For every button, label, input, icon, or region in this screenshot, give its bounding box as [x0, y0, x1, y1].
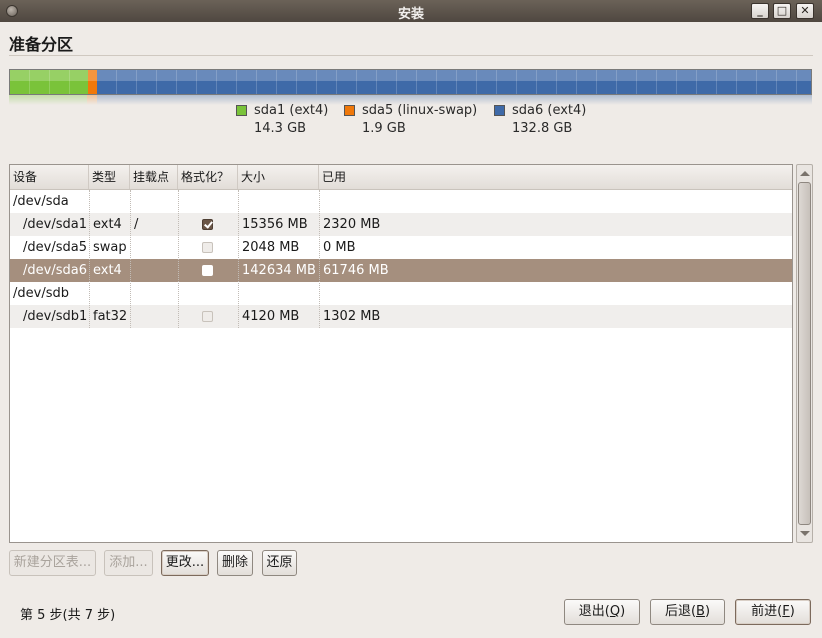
- cell-device: /dev/sdb1: [23, 309, 88, 324]
- cell-used: 0 MB: [323, 240, 356, 255]
- cell-mount: /: [134, 217, 139, 232]
- table-row[interactable]: /dev/sda6 ext4 142634 MB 61746 MB: [10, 259, 792, 282]
- back-label-end: ): [704, 604, 711, 619]
- cell-used: 61746 MB: [323, 263, 389, 278]
- format-checkbox[interactable]: [202, 311, 213, 322]
- column-divider: [319, 190, 320, 328]
- column-divider: [178, 190, 179, 328]
- legend-size: 14.3 GB: [254, 121, 307, 136]
- format-checkbox[interactable]: [202, 219, 213, 230]
- cell-size: 2048 MB: [242, 240, 300, 255]
- table-row[interactable]: /dev/sda5 swap 2048 MB 0 MB: [10, 236, 792, 259]
- cell-type: fat32: [93, 309, 128, 324]
- format-checkbox[interactable]: [202, 265, 213, 276]
- cell-size: 142634 MB: [242, 263, 316, 278]
- partition-reflection-0: [9, 95, 87, 105]
- installer-window: 安装 _ □ ✕ 准备分区 sda1 (ext4) 14.3 GB sda5 (…: [0, 0, 822, 638]
- header-divider: [9, 55, 813, 56]
- column-header-format[interactable]: 格式化？: [178, 165, 238, 189]
- legend-size: 132.8 GB: [512, 121, 573, 136]
- legend-swatch: [494, 105, 505, 116]
- column-divider: [130, 190, 131, 328]
- column-header-size[interactable]: 大小: [238, 165, 319, 189]
- minimize-button[interactable]: _: [751, 3, 769, 19]
- table-scrollbar[interactable]: [796, 164, 813, 543]
- forward-button[interactable]: 前进(F): [735, 599, 811, 625]
- cell-used: 1302 MB: [323, 309, 381, 324]
- revert-button[interactable]: 还原: [262, 550, 297, 576]
- legend-name: sda1 (ext4): [254, 103, 329, 118]
- table-row[interactable]: /dev/sdb: [10, 282, 792, 305]
- title-bar[interactable]: 安装 _ □ ✕: [0, 0, 822, 22]
- legend-size: 1.9 GB: [362, 121, 406, 136]
- cell-device: /dev/sda5: [23, 240, 87, 255]
- legend-swatch: [344, 105, 355, 116]
- format-checkbox[interactable]: [202, 242, 213, 253]
- back-button[interactable]: 后退(B): [650, 599, 725, 625]
- cell-size: 15356 MB: [242, 217, 308, 232]
- cell-size: 4120 MB: [242, 309, 300, 324]
- back-mnemonic: B: [696, 604, 705, 619]
- forward-label-end: ): [789, 604, 795, 619]
- legend-name: sda6 (ext4): [512, 103, 587, 118]
- scroll-thumb[interactable]: [798, 182, 811, 525]
- scroll-up-icon[interactable]: [800, 171, 810, 176]
- cell-type: ext4: [93, 217, 122, 232]
- cell-device: /dev/sdb: [13, 286, 69, 301]
- close-button[interactable]: ✕: [796, 3, 814, 19]
- legend-name: sda5 (linux-swap): [362, 103, 478, 118]
- new-partition-table-button[interactable]: 新建分区表...: [9, 550, 96, 576]
- cell-device: /dev/sda: [13, 194, 69, 209]
- cell-used: 2320 MB: [323, 217, 381, 232]
- column-divider: [238, 190, 239, 328]
- cell-type: swap: [93, 240, 127, 255]
- quit-mnemonic: Q: [609, 604, 621, 619]
- step-indicator: 第 5 步(共 7 步): [20, 608, 116, 623]
- partition-segment-2: [97, 70, 811, 94]
- forward-label: 前进(: [751, 604, 783, 619]
- column-header-type[interactable]: 类型: [89, 165, 130, 189]
- maximize-button[interactable]: □: [773, 3, 791, 19]
- back-label: 后退(: [664, 604, 697, 619]
- change-partition-button[interactable]: 更改...: [161, 550, 209, 576]
- cell-device: /dev/sda6: [23, 263, 87, 278]
- column-header-used[interactable]: 已用: [319, 165, 792, 189]
- table-row[interactable]: /dev/sda: [10, 190, 792, 213]
- column-header-device[interactable]: 设备: [10, 165, 89, 189]
- page-title: 准备分区: [9, 35, 74, 54]
- table-row[interactable]: /dev/sda1 ext4 / 15356 MB 2320 MB: [10, 213, 792, 236]
- partition-segment-1: [87, 70, 98, 94]
- quit-button[interactable]: 退出(Q): [564, 599, 640, 625]
- partition-reflection-1: [86, 95, 97, 105]
- cell-type: ext4: [93, 263, 122, 278]
- scroll-down-icon[interactable]: [800, 531, 810, 536]
- table-header: 设备 类型 挂载点 格式化？ 大小 已用: [10, 165, 792, 190]
- delete-partition-button[interactable]: 删除: [217, 550, 253, 576]
- partition-segment-0: [10, 70, 88, 94]
- column-divider: [89, 190, 90, 328]
- column-header-mount[interactable]: 挂载点: [130, 165, 178, 189]
- quit-label: 退出(: [578, 604, 610, 619]
- window-title: 安装: [397, 7, 424, 22]
- forward-mnemonic: F: [782, 604, 790, 619]
- cell-device: /dev/sda1: [23, 217, 87, 232]
- partition-table[interactable]: 设备 类型 挂载点 格式化？ 大小 已用 /dev/sda/dev/sda1 ex…: [9, 164, 793, 543]
- quit-label-end: ): [620, 604, 626, 619]
- partition-bar: [9, 69, 812, 95]
- add-partition-button[interactable]: 添加...: [104, 550, 153, 576]
- table-row[interactable]: /dev/sdb1 fat32 4120 MB 1302 MB: [10, 305, 792, 328]
- legend-swatch: [236, 105, 247, 116]
